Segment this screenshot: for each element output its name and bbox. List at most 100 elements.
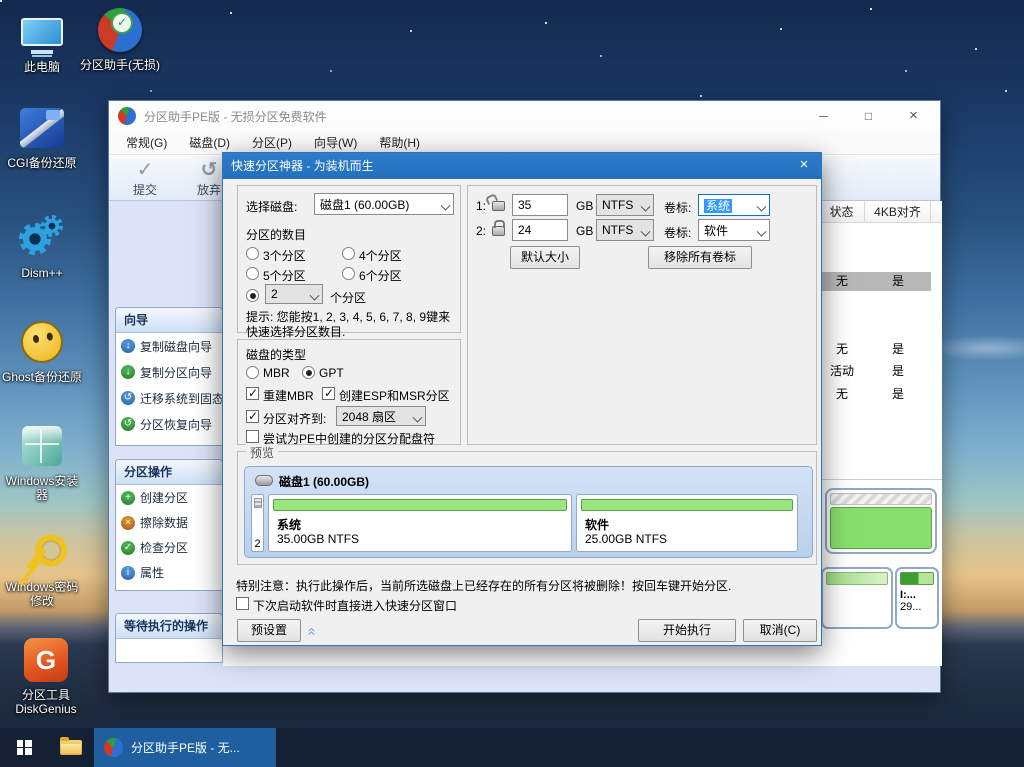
lock-icon[interactable]	[492, 220, 505, 236]
partition-ops-title: 分区操作	[116, 460, 222, 485]
desktop-icon-windows-installer[interactable]: Windows安装器	[0, 420, 84, 502]
app-pie-icon	[118, 107, 136, 125]
minimize-button[interactable]: ─	[801, 101, 846, 131]
desktop: 此电脑 分区助手(无损) CGI备份还原 Dism++ Ghost备份还原 Wi…	[0, 0, 1024, 767]
radio-custom-count[interactable]	[246, 289, 259, 302]
partition-assistant-icon	[98, 8, 142, 52]
partition-settings-groupbox: 1: GB NTFS 卷标: 系统 2: GB NTFS 卷标:	[467, 185, 817, 445]
partition-2-label-caption: 卷标:	[664, 226, 692, 240]
preview-groupbox: 预览 磁盘1 (60.00GB) 2 系统 35.00GB NTFS 软件 25…	[237, 444, 817, 565]
desktop-icon-label: 分区工具 DiskGenius	[15, 688, 77, 716]
desktop-icon-ghost-backup[interactable]: Ghost备份还原	[0, 316, 84, 384]
taskbar: 分区助手PE版 - 无...	[0, 728, 1024, 767]
desktop-icon-diskgenius[interactable]: G 分区工具 DiskGenius	[0, 634, 92, 716]
gears-icon	[19, 215, 65, 261]
partition-2-fs-dropdown[interactable]: NTFS	[596, 219, 654, 241]
partition-1-label-combo[interactable]: 系统	[698, 194, 770, 216]
partition-block-i-drive[interactable]: I:... 29...	[895, 567, 939, 629]
partition-2-index: 2:	[476, 224, 487, 238]
menu-general[interactable]: 常规(G)	[115, 134, 178, 151]
disk-block-large[interactable]	[825, 488, 937, 554]
remove-labels-button[interactable]: 移除所有卷标	[648, 246, 752, 269]
sidebar-item-copy-disk-wizard[interactable]: ↓ 复制磁盘向导	[116, 333, 222, 359]
radio-4-partitions[interactable]	[342, 247, 355, 260]
desktop-icon-windows-password[interactable]: Windows密码修改	[0, 526, 84, 608]
execute-button[interactable]: 开始执行	[638, 619, 736, 642]
align-sector-dropdown[interactable]: 2048 扇区	[336, 406, 426, 426]
partition-count-groupbox: 选择磁盘: 磁盘1 (60.00GB) 分区的数目 3个分区 4个分区 5个分区…	[237, 185, 461, 339]
preview-partition-software: 软件 25.00GB NTFS	[576, 494, 798, 552]
desktop-icon-this-pc[interactable]: 此电脑	[0, 6, 84, 74]
radio-5-partitions[interactable]	[246, 267, 259, 280]
radio-6-partitions[interactable]	[342, 267, 355, 280]
cancel-button[interactable]: 取消(C)	[743, 619, 817, 642]
unlock-icon[interactable]	[492, 201, 505, 211]
checkbox-rebuild-mbr[interactable]	[246, 386, 259, 400]
taskbar-active-task[interactable]: 分区助手PE版 - 无...	[94, 728, 276, 767]
check-icon: ✓	[136, 159, 154, 181]
custom-count-dropdown[interactable]: 2	[265, 284, 323, 304]
column-header-4kb[interactable]: 4KB对齐	[865, 201, 931, 223]
chevron-down-icon	[306, 287, 322, 302]
desktop-icon-cgi-backup[interactable]: CGI备份还原	[0, 102, 84, 170]
partition-1-size-input[interactable]	[512, 194, 568, 216]
desktop-icon-label: Dism++	[21, 266, 63, 280]
used-space-stripes	[830, 493, 932, 505]
checkbox-partition-align[interactable]	[246, 409, 259, 423]
sidebar-item-wipe-data[interactable]: × 擦除数据	[116, 510, 222, 535]
desktop-icon-dism[interactable]: Dism++	[0, 212, 84, 280]
sidebar-item-create-partition[interactable]: + 创建分区	[116, 485, 222, 510]
partition-green-fill	[830, 507, 932, 549]
plus-icon: +	[121, 490, 135, 505]
partition-2-label-combo[interactable]: 软件	[698, 219, 770, 241]
sidebar-item-properties[interactable]: i 属性	[116, 560, 222, 585]
warning-text: 特别注意：执行此操作后，当前所选磁盘上已经存在的所有分区将被删除！按回车键开始分…	[236, 579, 732, 593]
partition-1-unit: GB	[576, 199, 594, 213]
cgi-backup-icon	[20, 108, 64, 148]
radio-mbr[interactable]	[246, 366, 259, 379]
sidebar-item-migrate-system[interactable]: ↺ 迁移系统到固态硬盘	[116, 385, 222, 411]
sidebar-item-partition-recovery[interactable]: ↺ 分区恢复向导	[116, 411, 222, 437]
checkbox-create-esp-msr[interactable]	[322, 386, 335, 400]
desktop-icon-label: Windows密码修改	[5, 580, 79, 608]
dialog-titlebar: 快速分区神器 - 为装机而生	[223, 153, 821, 179]
menu-disk[interactable]: 磁盘(D)	[178, 134, 241, 151]
chevron-down-icon	[409, 409, 425, 424]
preset-button[interactable]: 预设置	[237, 619, 301, 642]
sidebar-item-copy-partition-wizard[interactable]: ↓ 复制分区向导	[116, 359, 222, 385]
sidebar-item-check-partition[interactable]: ✓ 检查分区	[116, 535, 222, 560]
submit-button[interactable]: ✓ 提交	[119, 159, 171, 198]
radio-3-partitions[interactable]	[246, 247, 259, 260]
checkbox-assign-drive-letter[interactable]	[246, 430, 259, 443]
menu-wizard[interactable]: 向导(W)	[303, 134, 368, 151]
stars-decoration	[0, 0, 2, 2]
menu-partition[interactable]: 分区(P)	[241, 134, 303, 151]
disk-select-dropdown[interactable]: 磁盘1 (60.00GB)	[314, 193, 454, 215]
default-size-button[interactable]: 默认大小	[510, 246, 580, 269]
custom-count-suffix: 个分区	[330, 291, 367, 305]
count-section-title: 分区的数目	[246, 228, 307, 242]
file-explorer-button[interactable]	[48, 728, 94, 767]
partition-block[interactable]	[821, 567, 893, 629]
desktop-icon-partition-assistant[interactable]: 分区助手(无损)	[78, 4, 162, 72]
down-arrow-icon: ↓	[121, 339, 135, 353]
maximize-button[interactable]: □	[846, 101, 891, 131]
wizard-panel: 向导 ↓ 复制磁盘向导 ↓ 复制分区向导 ↺ 迁移系统到固态硬盘 ↺ 分区恢复向…	[115, 307, 223, 446]
window-title: 分区助手PE版 - 无损分区免费软件	[144, 109, 327, 124]
ghost-icon	[21, 321, 63, 363]
chevron-down-icon	[637, 198, 653, 213]
close-button[interactable]: ×	[891, 101, 936, 131]
desktop-icon-label: CGI备份还原	[7, 156, 77, 170]
partition-2-size-input[interactable]	[512, 219, 568, 241]
chevron-down-icon	[437, 197, 453, 212]
start-button[interactable]	[0, 728, 48, 767]
collapse-chevrons-icon[interactable]: «	[304, 627, 321, 633]
partition-2-unit: GB	[576, 224, 594, 238]
column-header-status[interactable]: 状态	[819, 201, 865, 223]
radio-gpt[interactable]	[302, 366, 315, 379]
checkbox-open-quick-partition-next-time[interactable]	[236, 597, 249, 610]
menu-help[interactable]: 帮助(H)	[368, 134, 431, 151]
dialog-close-icon[interactable]: ×	[787, 153, 821, 179]
wipe-icon: ×	[121, 515, 135, 530]
partition-1-fs-dropdown[interactable]: NTFS	[596, 194, 654, 216]
